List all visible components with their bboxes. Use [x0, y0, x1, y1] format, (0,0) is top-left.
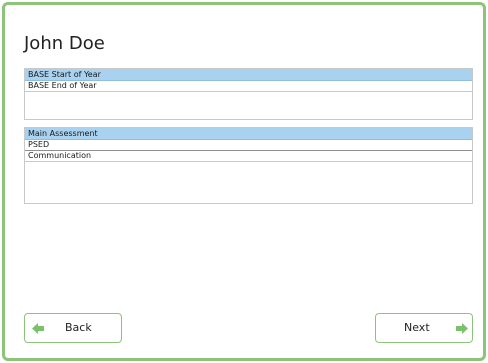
list-item-communication[interactable]: Communication [25, 151, 472, 162]
base-panel-header[interactable]: BASE Start of Year [25, 69, 472, 81]
next-button[interactable]: Next [375, 313, 473, 343]
main-panel-header[interactable]: Main Assessment [25, 128, 472, 140]
arrow-right-icon [456, 323, 468, 334]
student-name: John Doe [24, 33, 105, 54]
list-item-psed[interactable]: PSED [25, 140, 472, 151]
next-button-label: Next [404, 321, 430, 334]
main-assessment-panel: Main Assessment PSED Communication [24, 127, 473, 204]
base-assessment-panel: BASE Start of Year BASE End of Year [24, 68, 473, 120]
arrow-left-icon [32, 323, 44, 334]
back-button-label: Back [65, 321, 92, 334]
list-item-base-end-of-year[interactable]: BASE End of Year [25, 81, 472, 92]
back-button[interactable]: Back [24, 313, 122, 343]
